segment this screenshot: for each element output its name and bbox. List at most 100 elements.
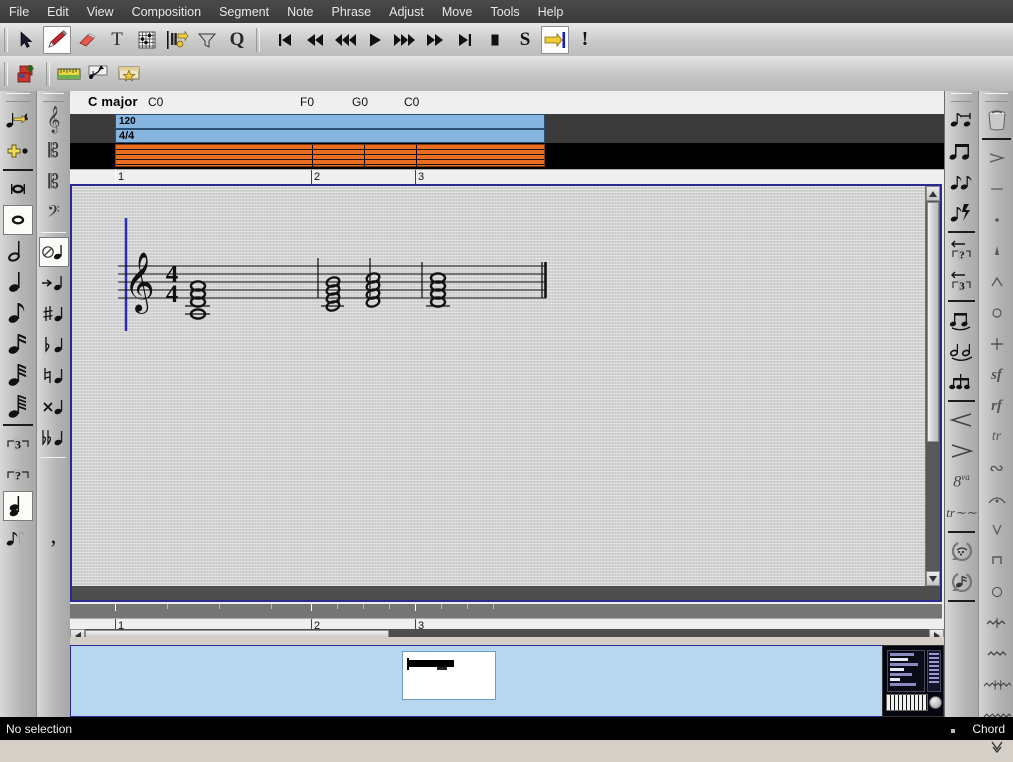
- score-paper[interactable]: 𝄞 4 4: [72, 186, 926, 586]
- draw-tool[interactable]: [43, 26, 71, 54]
- inverted-mordent-mark[interactable]: [982, 639, 1012, 669]
- right-toolbar-1-grip[interactable]: [951, 93, 972, 102]
- duration-sixteenth[interactable]: [3, 329, 33, 359]
- rinforzando-mark[interactable]: rf: [982, 391, 1012, 421]
- tie-notes[interactable]: [947, 105, 977, 135]
- slur[interactable]: [947, 305, 977, 335]
- pause-mark[interactable]: [982, 484, 1012, 514]
- menu-composition[interactable]: Composition: [123, 2, 210, 22]
- rewind-fast-button[interactable]: [331, 26, 359, 54]
- clef-tenor[interactable]: 𝄡: [39, 167, 69, 197]
- unbeam-group[interactable]: [947, 167, 977, 197]
- menu-phrase[interactable]: Phrase: [323, 2, 381, 22]
- select-tool[interactable]: [13, 26, 41, 54]
- trill-line[interactable]: tr∼∼: [947, 498, 977, 528]
- duration-eighth[interactable]: [3, 298, 33, 328]
- menu-help[interactable]: Help: [529, 2, 573, 22]
- menu-move[interactable]: Move: [433, 2, 482, 22]
- long-mordent-mark[interactable]: [982, 670, 1012, 700]
- left-toolbar-2-grip[interactable]: [43, 93, 64, 102]
- breath-mark[interactable]: ,: [39, 524, 69, 554]
- accent-mark[interactable]: [982, 143, 1012, 173]
- panic-button[interactable]: !: [571, 26, 599, 54]
- panel-splitter[interactable]: [70, 637, 944, 645]
- scroll-up-button[interactable]: [926, 186, 940, 201]
- harmonic-mark[interactable]: [982, 577, 1012, 607]
- page-thumbnail[interactable]: [402, 651, 496, 700]
- notation-vscroll-thumb[interactable]: [927, 202, 939, 442]
- accidental-natural[interactable]: [39, 361, 69, 391]
- menu-edit[interactable]: Edit: [38, 2, 78, 22]
- staccato-mark[interactable]: [982, 205, 1012, 235]
- accidental-follow-previous[interactable]: [39, 268, 69, 298]
- solo-button[interactable]: S: [511, 26, 539, 54]
- fast-forward-fast-button[interactable]: [391, 26, 419, 54]
- chord-mode[interactable]: [3, 491, 33, 521]
- erase-tool[interactable]: [73, 26, 101, 54]
- marker-ruler-button[interactable]: [115, 60, 143, 88]
- crescendo[interactable]: [947, 405, 977, 435]
- mini-keyboard[interactable]: [886, 694, 928, 711]
- jump-to-pointer-button[interactable]: [541, 26, 569, 54]
- rewind-button[interactable]: [301, 26, 329, 54]
- other-tuplet[interactable]: ?: [3, 460, 33, 490]
- menu-tools[interactable]: Tools: [481, 2, 528, 22]
- mini-mixer-widget[interactable]: [882, 645, 944, 717]
- filter-tool[interactable]: [193, 26, 221, 54]
- clef-treble[interactable]: 𝄞: [39, 105, 69, 135]
- notation-vertical-scrollbar[interactable]: [925, 186, 940, 586]
- menu-file[interactable]: File: [0, 2, 38, 22]
- beam-group[interactable]: [947, 136, 977, 166]
- scroll-down-button[interactable]: [926, 571, 940, 586]
- quantize-tool[interactable]: Q: [223, 26, 251, 54]
- composition-ruler[interactable]: 120 4/4 1 2 3: [70, 114, 944, 184]
- fast-forward-button[interactable]: [421, 26, 449, 54]
- insert-note-tool[interactable]: [163, 26, 191, 54]
- clef-bass[interactable]: 𝄢: [39, 198, 69, 228]
- marcato-mark[interactable]: [982, 267, 1012, 297]
- playhead-marker[interactable]: [115, 169, 116, 184]
- accidental-none[interactable]: [39, 237, 69, 267]
- restore-stems[interactable]: [947, 367, 977, 397]
- accidental-sharp[interactable]: [39, 299, 69, 329]
- cycle-slur-position[interactable]: [947, 536, 977, 566]
- accidental-flat[interactable]: [39, 330, 69, 360]
- untuplet[interactable]: ?: [947, 236, 977, 266]
- turn-mark[interactable]: ∾: [982, 453, 1012, 483]
- menu-segment[interactable]: Segment: [210, 2, 278, 22]
- stop-button[interactable]: [481, 26, 509, 54]
- phrasing-slur[interactable]: [947, 336, 977, 366]
- duration-thirtysecond[interactable]: [3, 360, 33, 390]
- notation-staff-view[interactable]: 𝄞 4 4: [70, 184, 942, 602]
- up-bow-mark[interactable]: [982, 515, 1012, 545]
- segment-block[interactable]: [115, 144, 545, 167]
- bottom-tick-ruler[interactable]: [70, 604, 942, 618]
- grace-note-mode[interactable]: [3, 522, 33, 552]
- mini-knob[interactable]: [929, 696, 942, 709]
- duration-half[interactable]: [3, 236, 33, 266]
- remove-marks[interactable]: [982, 105, 1012, 135]
- ruler-button[interactable]: [55, 60, 83, 88]
- guitar-chord-tool[interactable]: [133, 26, 161, 54]
- tempo-ruler-button[interactable]: [85, 60, 113, 88]
- right-toolbar-2-grip[interactable]: [985, 93, 1008, 102]
- auto-beam[interactable]: [947, 198, 977, 228]
- mini-fader[interactable]: [927, 650, 941, 692]
- play-button[interactable]: [361, 26, 389, 54]
- duration-quarter[interactable]: [3, 267, 33, 297]
- duration-sixtyfourth[interactable]: [3, 391, 33, 421]
- duration-breve[interactable]: [3, 174, 33, 204]
- left-toolbar-1-grip[interactable]: [6, 93, 30, 102]
- staccatissimo-mark[interactable]: [982, 236, 1012, 266]
- clef-alto[interactable]: 𝄡: [39, 136, 69, 166]
- new-segment-button[interactable]: [13, 60, 41, 88]
- sforzando-mark[interactable]: sf: [982, 360, 1012, 390]
- tenuto-mark[interactable]: [982, 174, 1012, 204]
- text-tool[interactable]: T: [103, 26, 131, 54]
- menu-adjust[interactable]: Adjust: [380, 2, 433, 22]
- untriplet[interactable]: 3: [947, 267, 977, 297]
- accidental-double-sharp[interactable]: [39, 392, 69, 422]
- page-preview-panel[interactable]: [70, 645, 944, 717]
- mordent-mark[interactable]: [982, 608, 1012, 638]
- trill-mark[interactable]: tr: [982, 422, 1012, 452]
